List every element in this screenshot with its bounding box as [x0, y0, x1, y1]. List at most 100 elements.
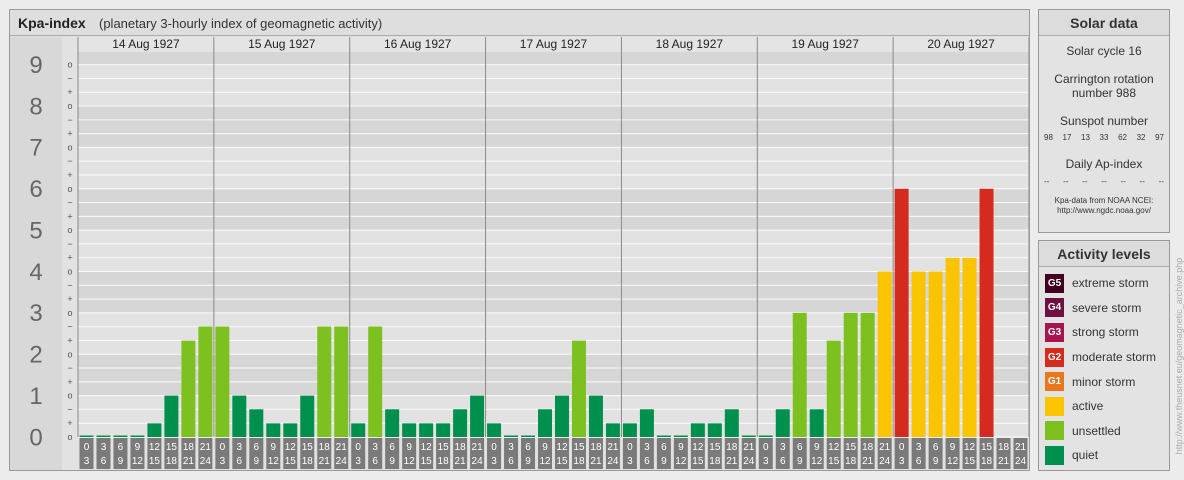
- day-label: 17 Aug 1927: [520, 37, 588, 51]
- interval-start-label: 0: [627, 442, 633, 453]
- sunspot-value: 17: [1062, 133, 1072, 142]
- interval-end-label: 15: [149, 456, 161, 467]
- interval-start-label: 6: [118, 442, 124, 453]
- interval-start-label: 12: [421, 442, 433, 453]
- interval-start-label: 21: [743, 442, 755, 453]
- minor-tick-label: o: [67, 184, 72, 194]
- legend-label: active: [1072, 399, 1104, 414]
- sunspot-values: 98 17 13 33 62 32 97: [1039, 133, 1169, 142]
- interval-end-label: 24: [472, 456, 484, 467]
- interval-end-label: 6: [644, 456, 650, 467]
- minor-tick-label: −: [67, 239, 72, 249]
- kp-bar: [979, 188, 994, 437]
- day-label: 15 Aug 1927: [248, 37, 316, 51]
- minor-tick-label: o: [67, 142, 72, 152]
- interval-start-label: 18: [726, 442, 738, 453]
- interval-end-label: 15: [964, 456, 976, 467]
- sunspot-value: 13: [1081, 133, 1090, 142]
- minor-tick-label: −: [67, 73, 72, 83]
- legend-swatch: G4: [1045, 298, 1064, 318]
- legend-swatch: [1045, 445, 1064, 465]
- kp-bar: [283, 423, 298, 437]
- kp-bar: [571, 340, 586, 437]
- y-tick-label: 4: [29, 259, 42, 286]
- y-tick-label: 5: [29, 217, 42, 244]
- interval-end-label: 21: [998, 456, 1010, 467]
- minor-tick-label: +: [67, 170, 72, 180]
- interval-end-label: 3: [899, 456, 905, 467]
- interval-start-label: 6: [661, 442, 667, 453]
- kp-bar: [673, 435, 688, 437]
- minor-tick-label: −: [67, 115, 72, 125]
- interval-start-label: 12: [285, 442, 297, 453]
- kp-bar: [521, 435, 536, 437]
- grid-band: [78, 188, 1029, 231]
- minor-tick-label: o: [67, 349, 72, 359]
- interval-end-label: 12: [404, 456, 416, 467]
- interval-end-label: 18: [845, 456, 857, 467]
- data-source-note: Kpa-data from NOAA NCEI: http://www.ngdc…: [1039, 196, 1169, 216]
- interval-start-label: 0: [84, 442, 90, 453]
- kp-bar: [945, 257, 960, 437]
- grid-band: [78, 51, 1029, 65]
- carrington-line-1: Carrington rotation: [1054, 72, 1154, 86]
- grid-band: [78, 64, 1029, 107]
- y-tick-label: 3: [29, 300, 42, 327]
- kp-bar: [232, 395, 247, 437]
- kp-bar: [198, 326, 213, 437]
- interval-start-label: 3: [644, 442, 650, 453]
- interval-end-label: 12: [811, 456, 823, 467]
- interval-start-label: 15: [166, 442, 178, 453]
- minor-tick-label: o: [67, 225, 72, 235]
- interval-end-label: 15: [421, 456, 433, 467]
- kp-bar: [826, 340, 841, 437]
- interval-end-label: 18: [573, 456, 585, 467]
- minor-tick-label: +: [67, 87, 72, 97]
- legend-swatch: [1045, 421, 1064, 441]
- interval-start-label: 15: [573, 442, 585, 453]
- minor-tick-label: o: [67, 432, 72, 442]
- interval-end-label: 6: [508, 456, 514, 467]
- kp-bar: [487, 423, 502, 437]
- interval-start-label: 12: [828, 442, 840, 453]
- kp-bar: [147, 423, 162, 437]
- interval-start-label: 12: [556, 442, 568, 453]
- kpa-chart-panel: Kpa-index (planetary 3-hourly index of g…: [9, 9, 1030, 471]
- interval-start-label: 6: [389, 442, 395, 453]
- minor-tick-label: −: [67, 280, 72, 290]
- interval-end-label: 18: [302, 456, 314, 467]
- interval-start-label: 21: [879, 442, 891, 453]
- interval-start-label: 12: [964, 442, 976, 453]
- y-tick-label: 0: [29, 424, 42, 451]
- interval-start-label: 18: [455, 442, 467, 453]
- minor-tick-label: o: [67, 308, 72, 318]
- interval-start-label: 0: [355, 442, 361, 453]
- ap-value: --: [1120, 177, 1126, 186]
- interval-end-label: 12: [947, 456, 959, 467]
- kp-bar: [368, 326, 383, 437]
- interval-start-label: 9: [542, 442, 548, 453]
- kp-bar: [215, 326, 230, 437]
- interval-end-label: 21: [726, 456, 738, 467]
- kp-bar: [843, 312, 858, 437]
- interval-start-label: 0: [491, 442, 497, 453]
- interval-start-label: 21: [607, 442, 619, 453]
- interval-start-label: 9: [950, 442, 956, 453]
- ap-value: --: [1139, 177, 1145, 186]
- interval-start-label: 6: [797, 442, 803, 453]
- interval-start-label: 6: [525, 442, 531, 453]
- minor-tick-label: +: [67, 211, 72, 221]
- interval-start-label: 12: [692, 442, 704, 453]
- source-line-1: Kpa-data from NOAA NCEI:: [1054, 196, 1154, 205]
- day-label: 18 Aug 1927: [656, 37, 724, 51]
- minor-tick-label: o: [67, 391, 72, 401]
- interval-end-label: 24: [336, 456, 348, 467]
- kp-bar: [707, 423, 722, 437]
- interval-start-label: 12: [149, 442, 161, 453]
- interval-end-label: 15: [828, 456, 840, 467]
- kp-bar: [419, 423, 434, 437]
- kp-bar: [249, 409, 264, 437]
- grid-band: [78, 106, 1029, 148]
- interval-end-label: 9: [797, 456, 803, 467]
- interval-end-label: 3: [220, 456, 226, 467]
